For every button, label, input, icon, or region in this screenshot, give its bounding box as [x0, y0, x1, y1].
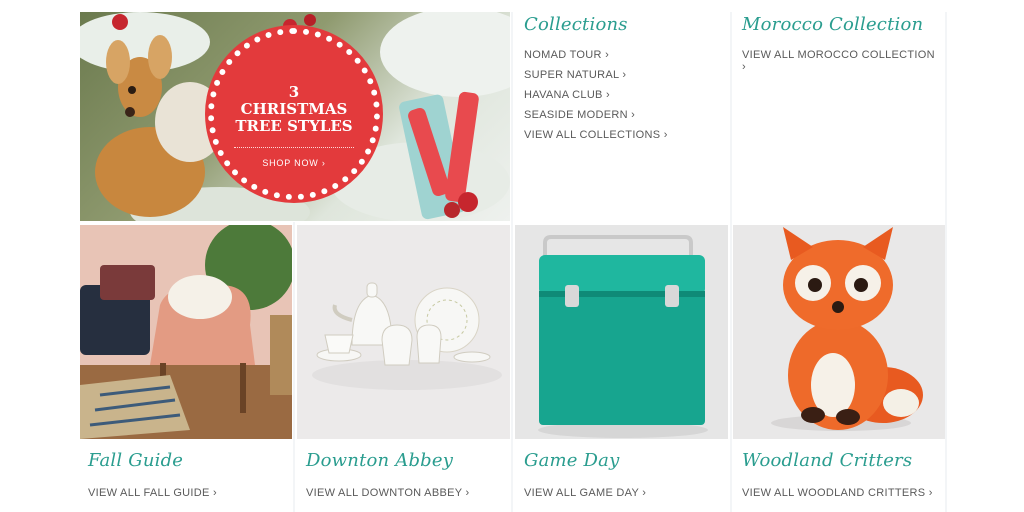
hero-badge-title: 3 CHRISTMAS TREE STYLES	[235, 83, 353, 135]
hero-badge[interactable]: 3 CHRISTMAS TREE STYLES SHOP NOW ›	[208, 28, 380, 200]
view-all-morocco-link[interactable]: VIEW ALL MOROCCO COLLECTION ›	[742, 49, 942, 73]
fall-guide-card: Fall Guide VIEW ALL FALL GUIDE ›	[88, 450, 288, 499]
collection-link-seaside-modern[interactable]: SEASIDE MODERN ›	[524, 109, 724, 129]
fox-figurine-icon	[733, 225, 945, 439]
downton-abbey-image[interactable]	[297, 225, 510, 439]
view-all-downton-abbey-link[interactable]: VIEW ALL DOWNTON ABBEY ›	[306, 487, 506, 499]
fall-guide-image[interactable]	[80, 225, 292, 439]
collection-link-havana-club[interactable]: HAVANA CLUB ›	[524, 89, 724, 109]
hero-badge-divider	[234, 147, 354, 148]
view-all-game-day-link[interactable]: VIEW ALL GAME DAY ›	[524, 487, 724, 499]
game-day-title: Game Day	[524, 450, 620, 471]
woodland-critters-image[interactable]	[733, 225, 945, 439]
morocco-heading: Morocco Collection	[742, 14, 924, 35]
woodland-critters-card: Woodland Critters VIEW ALL WOODLAND CRIT…	[742, 450, 942, 499]
view-all-fall-guide-link[interactable]: VIEW ALL FALL GUIDE ›	[88, 487, 288, 499]
morocco-panel: Morocco Collection VIEW ALL MOROCCO COLL…	[742, 14, 942, 73]
collections-heading: Collections	[524, 14, 628, 35]
tea-set-icon	[297, 225, 510, 439]
fall-guide-title: Fall Guide	[88, 450, 184, 471]
hero-christmas-banner[interactable]: 3 CHRISTMAS TREE STYLES SHOP NOW ›	[80, 12, 510, 221]
collections-list: NOMAD TOUR › SUPER NATURAL › HAVANA CLUB…	[524, 49, 724, 149]
collections-panel: Collections NOMAD TOUR › SUPER NATURAL ›…	[524, 14, 724, 149]
game-day-card: Game Day VIEW ALL GAME DAY ›	[524, 450, 724, 499]
collection-link-nomad-tour[interactable]: NOMAD TOUR ›	[524, 49, 724, 69]
downton-abbey-card: Downton Abbey VIEW ALL DOWNTON ABBEY ›	[306, 450, 506, 499]
view-all-collections-link[interactable]: VIEW ALL COLLECTIONS ›	[524, 129, 724, 149]
shop-now-link[interactable]: SHOP NOW ›	[262, 158, 325, 168]
living-room-scene-icon	[80, 225, 292, 439]
woodland-critters-title: Woodland Critters	[742, 450, 913, 471]
cooler-icon	[515, 225, 728, 439]
game-day-image[interactable]	[515, 225, 728, 439]
downton-abbey-title: Downton Abbey	[306, 450, 454, 471]
view-all-woodland-critters-link[interactable]: VIEW ALL WOODLAND CRITTERS ›	[742, 487, 942, 499]
collection-link-super-natural[interactable]: SUPER NATURAL ›	[524, 69, 724, 89]
